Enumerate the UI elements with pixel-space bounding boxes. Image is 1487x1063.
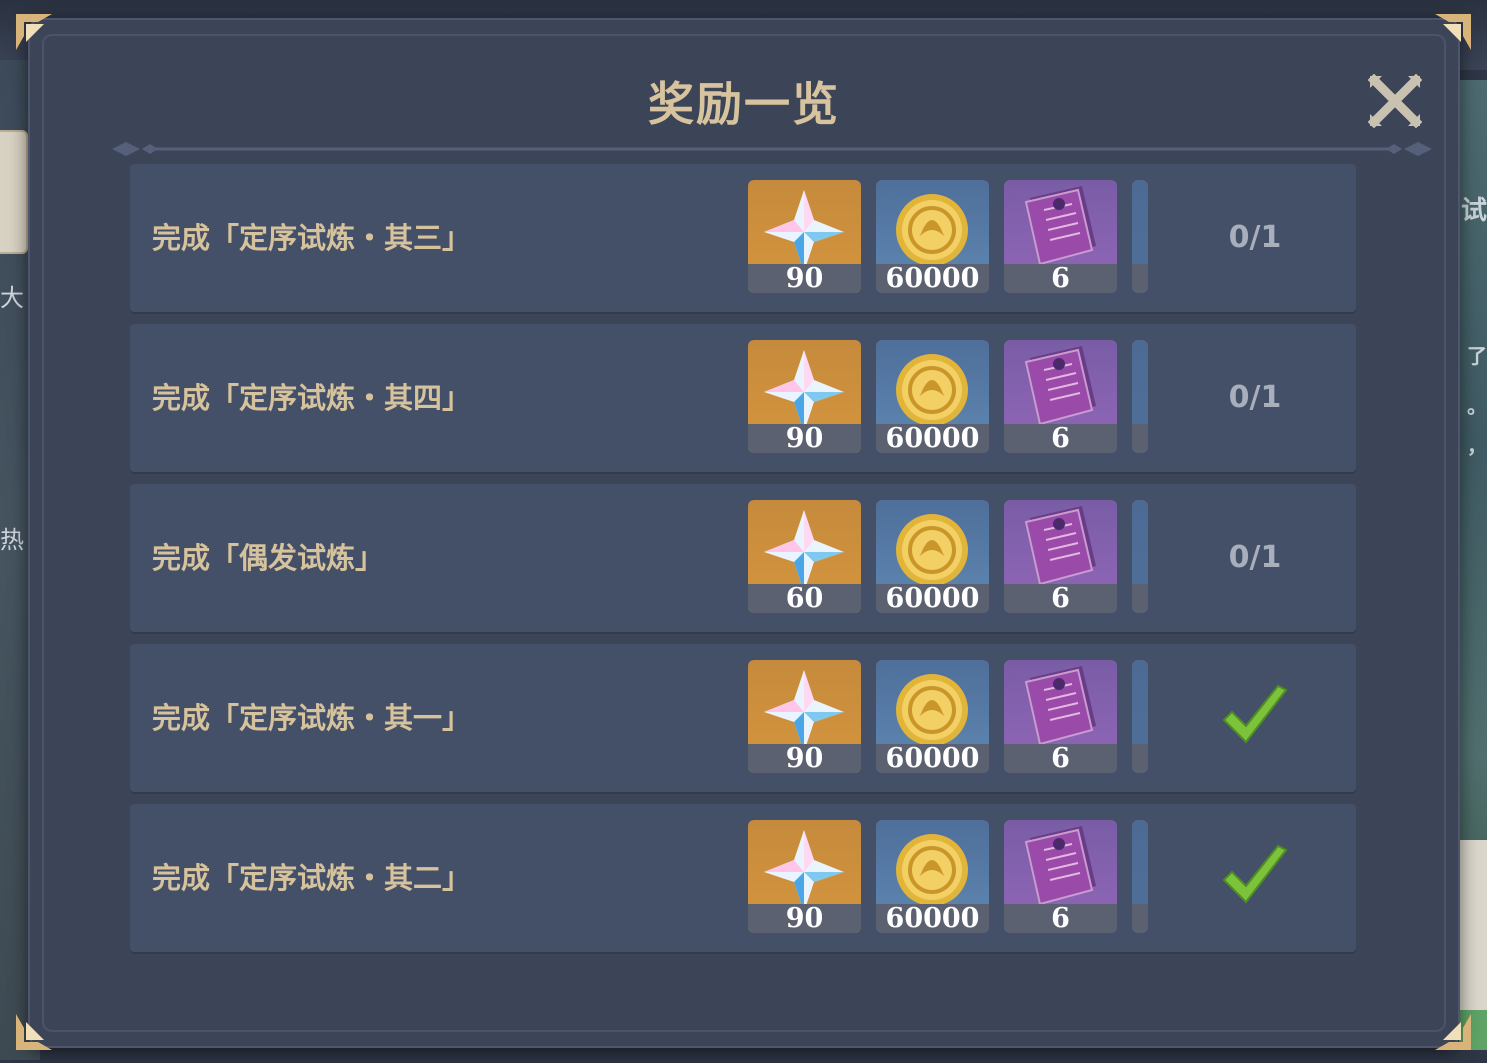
progress-status: 0/1 [1228,220,1282,255]
corner-ornament-icon [16,14,52,50]
reward-item[interactable]: 90 [748,180,861,293]
primogem-icon [748,820,861,912]
reward-count: 90 [748,264,861,293]
progress-status: 0/1 [1228,380,1282,415]
reward-item-partial[interactable] [1132,820,1148,933]
background-text: 了 [1467,344,1487,368]
reward-count: 90 [748,904,861,933]
reward-item[interactable]: 60000 [876,180,989,293]
reward-task-label: 完成「定序试炼・其一」 [152,701,472,735]
purple-book-icon [1004,500,1117,586]
reward-item[interactable]: 6 [1004,660,1117,773]
reward-item-partial[interactable] [1132,500,1148,613]
mora-coin-icon [876,340,989,426]
reward-task-label: 完成「定序试炼・其三」 [152,221,472,255]
reward-item[interactable]: 60000 [876,340,989,453]
purple-book-icon [1004,340,1117,426]
primogem-icon [748,340,861,432]
checkmark-icon [1220,682,1290,752]
primogem-icon [748,660,861,752]
reward-row: 完成「定序试炼・其四」 90 60000 6 0/1 [130,324,1356,472]
reward-item[interactable]: 6 [1004,340,1117,453]
reward-item[interactable]: 6 [1004,500,1117,613]
reward-count: 6 [1004,584,1117,613]
background-right-pane: 试 了 。 ， [1459,80,1487,1050]
corner-ornament-icon [16,1014,52,1050]
reward-item[interactable]: 90 [748,340,861,453]
reward-count: 60000 [876,744,989,773]
reward-task-label: 完成「定序试炼・其四」 [152,381,472,415]
background-text: 试 [1460,196,1487,226]
corner-ornament-icon [1435,1014,1471,1050]
mora-coin-icon [876,180,989,266]
reward-count: 60 [748,584,861,613]
dialog-title: 奖励一览 [648,77,840,131]
reward-row: 完成「定序试炼・其三」 90 60000 6 0/1 [130,164,1356,312]
reward-count: 90 [748,744,861,773]
reward-count [1132,584,1148,613]
reward-count: 6 [1004,424,1117,453]
reward-count: 60000 [876,584,989,613]
background-text: 大 [0,284,24,312]
corner-ornament-icon [1435,14,1471,50]
reward-item-partial[interactable] [1132,180,1148,293]
purple-book-icon [1004,820,1117,906]
reward-item[interactable]: 60000 [876,500,989,613]
mora-coin-icon [876,820,989,906]
background-card [1459,840,1487,1030]
reward-count: 60000 [876,424,989,453]
reward-count: 6 [1004,904,1117,933]
reward-task-label: 完成「偶发试炼」 [152,541,385,575]
mora-coin-icon [876,500,989,586]
reward-count: 6 [1004,264,1117,293]
background-text: 热 [0,526,24,554]
progress-status: 0/1 [1228,540,1282,575]
primogem-icon [748,500,861,592]
reward-item[interactable]: 60000 [876,660,989,773]
reward-count [1132,424,1148,453]
reward-count: 60000 [876,264,989,293]
title-divider [112,142,1432,156]
background-text: 。 [1467,394,1487,418]
reward-item[interactable]: 90 [748,660,861,773]
reward-item[interactable]: 6 [1004,820,1117,933]
mora-coin-icon [876,660,989,746]
reward-count [1132,904,1148,933]
reward-count [1132,744,1148,773]
background-tab [0,130,28,254]
reward-item[interactable]: 60000 [876,820,989,933]
checkmark-icon [1220,842,1290,912]
purple-book-icon [1004,180,1117,266]
reward-item-partial[interactable] [1132,660,1148,773]
reward-item[interactable]: 6 [1004,180,1117,293]
reward-row: 完成「偶发试炼」 60 60000 6 0/1 [130,484,1356,632]
reward-count: 60000 [876,904,989,933]
reward-count [1132,264,1148,293]
close-button[interactable] [1367,73,1423,129]
primogem-icon [748,180,861,272]
reward-item-partial[interactable] [1132,340,1148,453]
reward-row: 完成「定序试炼・其二」 90 60000 6 [130,804,1356,952]
reward-count: 6 [1004,744,1117,773]
reward-task-label: 完成「定序试炼・其二」 [152,861,472,895]
close-x-icon [1367,73,1423,129]
purple-book-icon [1004,660,1117,746]
reward-item[interactable]: 60 [748,500,861,613]
background-text: ， [1467,434,1487,458]
reward-item[interactable]: 90 [748,820,861,933]
reward-count: 90 [748,424,861,453]
reward-row: 完成「定序试炼・其一」 90 60000 6 [130,644,1356,792]
